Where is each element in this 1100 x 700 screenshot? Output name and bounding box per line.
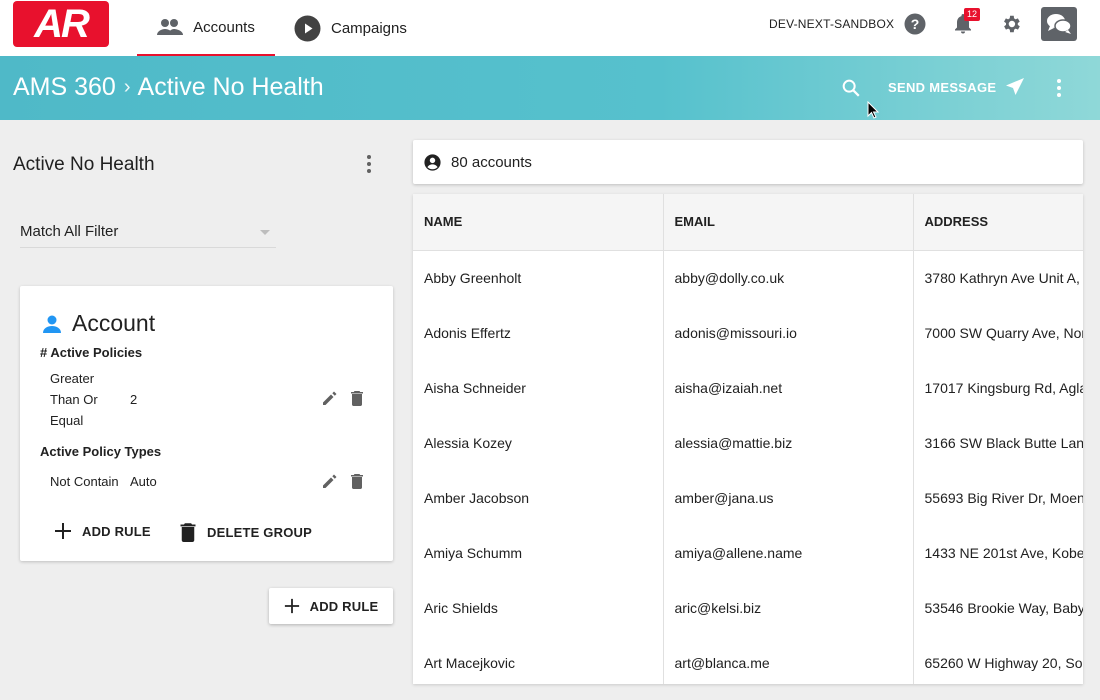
cell-name: Amiya Schumm xyxy=(413,525,664,580)
delete-icon[interactable] xyxy=(350,390,364,411)
cell-name: Adonis Effertz xyxy=(413,305,664,360)
person-icon xyxy=(42,314,62,334)
rule-operator-line: Than Or xyxy=(50,392,98,407)
filter-group-card: Account # Active Policies Greater Than O… xyxy=(20,286,393,561)
table-row[interactable]: Abby Greenholt abby@dolly.co.uk 3780 Kat… xyxy=(413,250,1083,305)
delete-icon[interactable] xyxy=(350,473,364,494)
cell-email: aisha@izaiah.net xyxy=(663,360,914,415)
account-circle-icon xyxy=(424,153,441,171)
search-icon[interactable] xyxy=(840,77,862,104)
accounts-count: 80 accounts xyxy=(451,153,532,171)
tab-campaigns-label: Campaigns xyxy=(331,19,407,37)
plus-icon xyxy=(54,522,72,540)
cell-email: amiya@allene.name xyxy=(663,525,914,580)
play-circle-icon xyxy=(294,15,321,42)
table-row[interactable]: Amiya Schumm amiya@allene.name 1433 NE 2… xyxy=(413,525,1083,580)
cell-address: 53546 Brookie Way, Babyn xyxy=(913,580,1083,635)
filter-mode-value: Match All Filter xyxy=(20,223,119,240)
cell-name: Alessia Kozey xyxy=(413,415,664,470)
cell-address: 17017 Kingsburg Rd, Agla xyxy=(913,360,1083,415)
rule-actions xyxy=(322,390,364,411)
rule-actions xyxy=(322,473,364,494)
rule-operator: Greater Than Or Equal xyxy=(50,368,98,431)
breadcrumb-root[interactable]: AMS 360 xyxy=(13,73,116,102)
rule-operator-line: Not Contain xyxy=(50,474,119,489)
cell-address: 55693 Big River Dr, Moenk xyxy=(913,470,1083,525)
send-message-button[interactable]: SEND MESSAGE xyxy=(888,77,1025,97)
table-row[interactable]: Adonis Effertz adonis@missouri.io 7000 S… xyxy=(413,305,1083,360)
cell-name: Aisha Schneider xyxy=(413,360,664,415)
svg-text:?: ? xyxy=(911,16,920,32)
plus-icon xyxy=(284,598,300,614)
cell-address: 1433 NE 201st Ave, Kobel xyxy=(913,525,1083,580)
rule-field-label: Active Policy Types xyxy=(40,444,162,459)
tab-accounts[interactable]: Accounts xyxy=(137,0,275,56)
rule-field-label: # Active Policies xyxy=(40,345,143,360)
column-header-email[interactable]: EMAIL xyxy=(663,194,914,251)
top-navigation: AR Accounts Campaigns DEV-NEXT-SANDBOX ?… xyxy=(0,0,1100,56)
help-icon[interactable]: ? xyxy=(903,12,927,36)
dropdown-caret-icon xyxy=(260,230,270,235)
table-header-row: NAME EMAIL ADDRESS xyxy=(413,194,1083,251)
cell-address: 7000 SW Quarry Ave, Nort xyxy=(913,305,1083,360)
rule-value: Auto xyxy=(130,474,157,489)
cell-email: aric@kelsi.biz xyxy=(663,580,914,635)
edit-icon[interactable] xyxy=(322,390,338,411)
table-row[interactable]: Art Macejkovic art@blanca.me 65260 W Hig… xyxy=(413,635,1083,684)
cell-email: abby@dolly.co.uk xyxy=(663,250,914,305)
filter-mode-select[interactable]: Match All Filter xyxy=(20,219,276,248)
accounts-table[interactable]: NAME EMAIL ADDRESS Abby Greenholt abby@d… xyxy=(413,194,1083,684)
cell-email: amber@jana.us xyxy=(663,470,914,525)
add-rule-button[interactable]: ADD RULE xyxy=(54,522,151,540)
tab-campaigns[interactable]: Campaigns xyxy=(294,0,407,56)
breadcrumb: AMS 360 › Active No Health xyxy=(13,73,324,102)
cell-name: Abby Greenholt xyxy=(413,250,664,305)
cell-email: alessia@mattie.biz xyxy=(663,415,914,470)
mouse-cursor-icon xyxy=(867,100,880,124)
tab-accounts-label: Accounts xyxy=(193,18,255,36)
table-row[interactable]: Aric Shields aric@kelsi.biz 53546 Brooki… xyxy=(413,580,1083,635)
cell-name: Amber Jacobson xyxy=(413,470,664,525)
send-message-label: SEND MESSAGE xyxy=(888,79,997,95)
table-row[interactable]: Aisha Schneider aisha@izaiah.net 17017 K… xyxy=(413,360,1083,415)
filter-group-header: Account xyxy=(42,310,155,337)
cell-name: Aric Shields xyxy=(413,580,664,635)
trash-icon xyxy=(179,522,197,542)
delete-group-label: DELETE GROUP xyxy=(207,524,312,540)
rule-value: 2 xyxy=(130,392,138,407)
segment-more-icon[interactable] xyxy=(360,153,378,180)
add-rule-outer-label: ADD RULE xyxy=(309,598,379,614)
gear-icon[interactable] xyxy=(999,12,1023,36)
column-header-address[interactable]: ADDRESS xyxy=(913,194,1083,251)
chat-icon[interactable] xyxy=(1041,7,1077,41)
add-rule-outer-button[interactable]: ADD RULE xyxy=(269,588,393,624)
rule-operator-line: Equal xyxy=(50,413,84,428)
send-icon xyxy=(1005,77,1025,97)
cell-address: 65260 W Highway 20, Sou xyxy=(913,635,1083,684)
chevron-right-icon: › xyxy=(123,76,131,98)
cell-email: adonis@missouri.io xyxy=(663,305,914,360)
environment-label[interactable]: DEV-NEXT-SANDBOX xyxy=(769,17,894,31)
table-row[interactable]: Alessia Kozey alessia@mattie.biz 3166 SW… xyxy=(413,415,1083,470)
cell-email: art@blanca.me xyxy=(663,635,914,684)
column-header-name[interactable]: NAME xyxy=(413,194,664,251)
rule-operator-line: Greater xyxy=(50,371,95,386)
cell-address: 3166 SW Black Butte Lane xyxy=(913,415,1083,470)
people-icon xyxy=(157,18,184,36)
cell-address: 3780 Kathryn Ave Unit A, I xyxy=(913,250,1083,305)
add-rule-label: ADD RULE xyxy=(82,523,151,539)
segment-title: Active No Health xyxy=(13,154,155,175)
ar-logo[interactable]: AR xyxy=(13,1,109,47)
accounts-count-bar: 80 accounts xyxy=(413,140,1083,184)
page-header: AMS 360 › Active No Health SEND MESSAGE xyxy=(0,56,1100,120)
table-row[interactable]: Amber Jacobson amber@jana.us 55693 Big R… xyxy=(413,470,1083,525)
rule-operator: Not Contain xyxy=(50,471,119,492)
filter-group-entity: Account xyxy=(72,310,156,336)
delete-group-button[interactable]: DELETE GROUP xyxy=(179,522,312,542)
more-vert-icon[interactable] xyxy=(1050,76,1068,105)
cell-name: Art Macejkovic xyxy=(413,635,664,684)
notification-badge: 12 xyxy=(964,8,981,21)
edit-icon[interactable] xyxy=(322,473,338,494)
breadcrumb-current: Active No Health xyxy=(137,73,324,101)
